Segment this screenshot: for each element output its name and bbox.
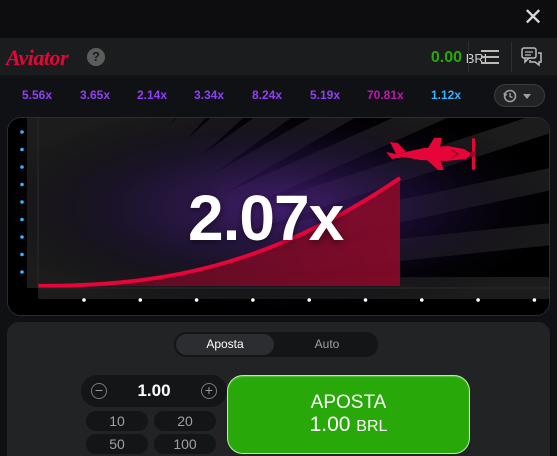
y-axis-dot xyxy=(20,252,24,257)
header-divider xyxy=(468,42,469,72)
y-axis-dot xyxy=(20,235,24,239)
y-axis-dot xyxy=(20,147,24,152)
current-multiplier: 2.07x xyxy=(188,182,344,254)
stake-input[interactable] xyxy=(121,381,187,401)
history-icon xyxy=(503,89,531,103)
balance-amount: 0.00 xyxy=(430,49,462,66)
header-divider xyxy=(511,42,512,72)
bet-mode-tabs: Aposta Auto xyxy=(174,332,378,357)
history-multiplier[interactable]: 1.12x xyxy=(431,88,461,102)
y-axis-dot xyxy=(20,130,24,134)
bet-panel: Aposta Auto − + 10 20 50 100 APOSTA 1.00… xyxy=(7,322,550,456)
place-bet-button[interactable]: APOSTA 1.00 BRL xyxy=(227,375,470,454)
x-axis-dot xyxy=(363,298,368,302)
history-multiplier[interactable]: 8.24x xyxy=(252,88,282,102)
game-header: Aviator ? 0.00 BRL xyxy=(0,38,557,76)
history-multiplier[interactable]: 5.56x xyxy=(22,88,52,102)
history-multiplier[interactable]: 5.19x xyxy=(310,88,340,102)
help-icon[interactable]: ? xyxy=(87,48,105,66)
quick-amount-button[interactable]: 50 xyxy=(86,434,148,454)
x-axis-dot xyxy=(532,298,537,302)
y-axis-dot xyxy=(20,165,24,169)
history-multiplier[interactable]: 3.34x xyxy=(194,88,224,102)
flight-area: 2.07x xyxy=(7,117,550,316)
history-multiplier[interactable]: 2.14x xyxy=(137,88,167,102)
bet-button-amount: 1.00 BRL xyxy=(309,413,388,436)
stake-stepper: − + xyxy=(81,375,227,407)
history-toggle-button[interactable] xyxy=(494,84,545,107)
game-frame: ✕ Aviator ? 0.00 BRL 5.56x 3.65x 2.14x 3.34… xyxy=(0,0,557,456)
y-axis-dot xyxy=(20,217,24,222)
y-axis-dot xyxy=(20,182,24,187)
x-axis-dot xyxy=(194,298,199,302)
quick-amount-button[interactable]: 20 xyxy=(154,411,216,431)
x-axis-dot xyxy=(476,298,480,302)
menu-icon[interactable] xyxy=(481,50,501,64)
minus-icon[interactable]: − xyxy=(91,383,107,399)
history-multiplier[interactable]: 3.65x xyxy=(80,88,110,102)
top-bar: ✕ xyxy=(0,0,557,38)
x-axis-dot xyxy=(82,298,86,302)
x-axis-dot xyxy=(138,298,143,302)
y-axis-dot xyxy=(20,200,24,204)
chat-icon[interactable] xyxy=(521,47,543,67)
x-axis-dot xyxy=(420,298,424,302)
tab-auto[interactable]: Auto xyxy=(278,334,376,355)
aviator-logo: Aviator xyxy=(6,45,69,70)
y-axis-dot xyxy=(20,270,24,274)
plus-icon[interactable]: + xyxy=(201,383,217,399)
multiplier-history: 5.56x 3.65x 2.14x 3.34x 8.24x 5.19x 70.81x 1.12… xyxy=(0,80,557,112)
x-axis-dot xyxy=(251,298,255,302)
bet-button-label: APOSTA xyxy=(310,392,387,413)
history-multiplier[interactable]: 70.81x xyxy=(367,88,404,102)
x-axis-dot xyxy=(307,298,312,302)
quick-amount-button[interactable]: 10 xyxy=(86,411,148,431)
close-icon[interactable]: ✕ xyxy=(521,6,545,30)
quick-amount-button[interactable]: 100 xyxy=(154,434,216,454)
tab-aposta[interactable]: Aposta xyxy=(176,334,274,355)
